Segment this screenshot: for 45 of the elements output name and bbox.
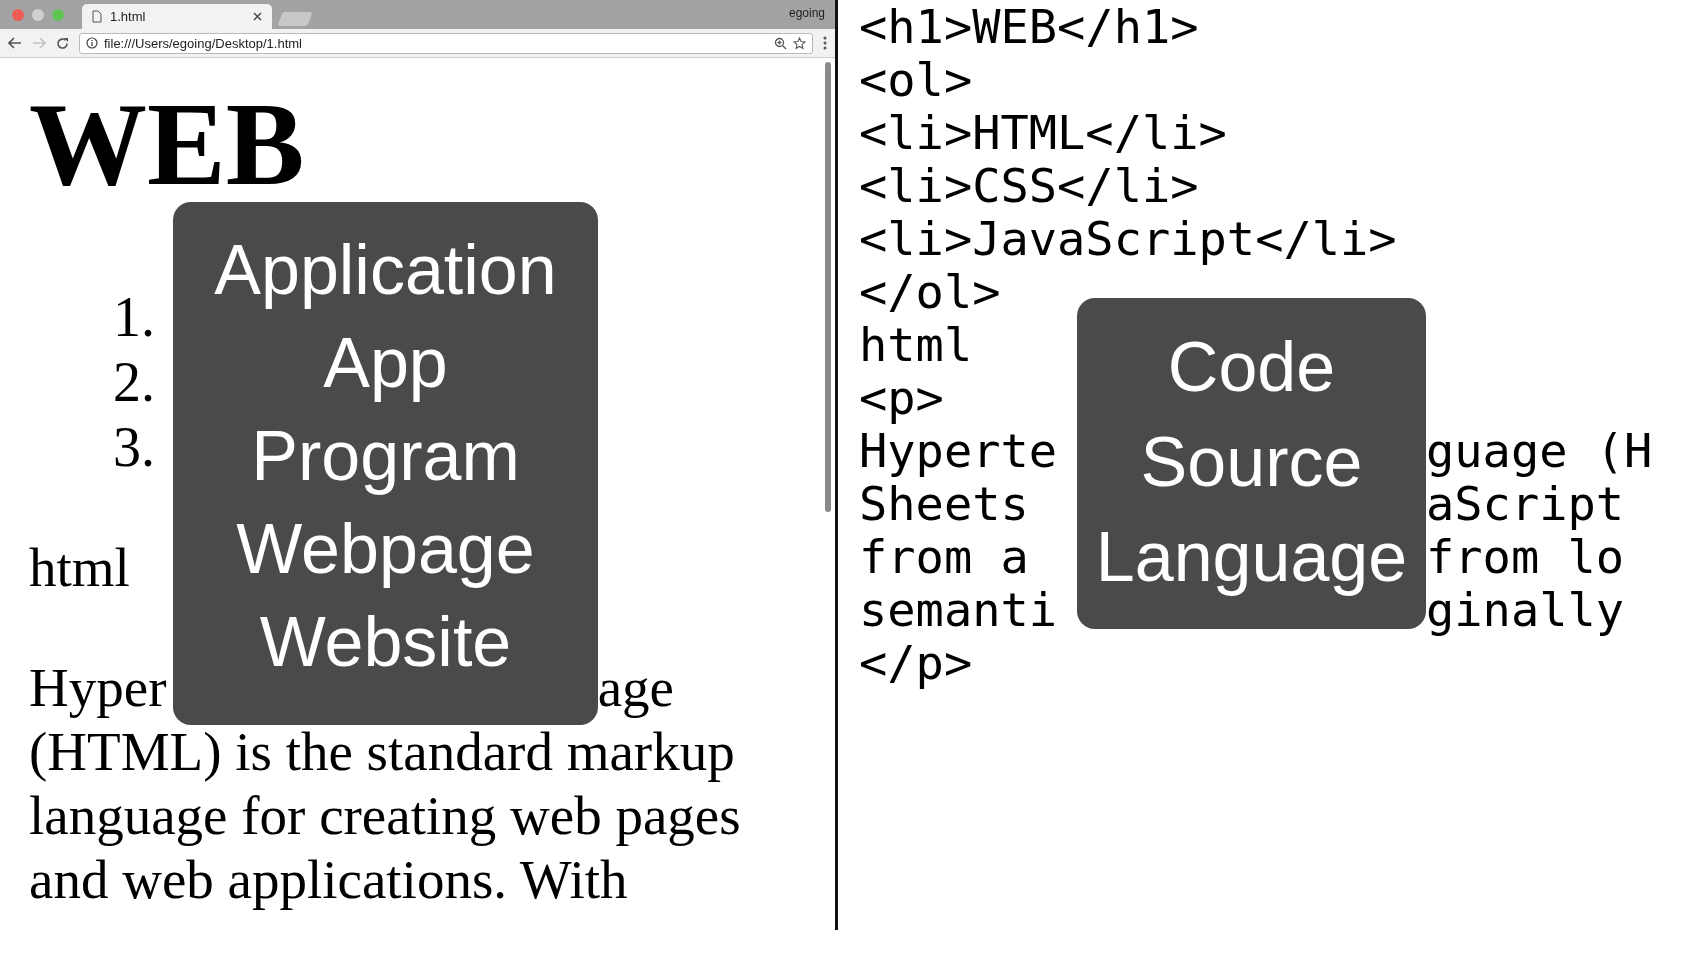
code-line: <li>HTML</li> [859,106,1227,159]
list-number: 1. [113,285,155,350]
code-line: </ol> [859,265,1001,318]
profile-name[interactable]: egoing [788,6,825,20]
address-field[interactable]: file:///Users/egoing/Desktop/1.html [79,32,813,54]
code-line: <p> [859,371,944,424]
overlay-word: Website [259,602,512,683]
page-text: Hyper [29,656,167,720]
back-icon[interactable] [8,37,22,49]
page-text: html [29,536,130,600]
code-line: html [859,318,973,371]
overlay-word: Source [1140,422,1363,503]
close-icon[interactable] [253,12,262,21]
overlay-word: Code [1167,327,1336,408]
page-paragraph: (HTML) is the standard markup language for creating web pages and web applications. With [29,720,741,912]
overlay-word: App [323,323,448,404]
overlay-word: Language [1095,517,1408,598]
overlay-word: Webpage [236,509,535,590]
code-text: semanti [859,583,1058,636]
page-text: age [597,656,674,720]
code-text: Hyperte [859,424,1058,477]
code-line: <h1>WEB</h1> [859,0,1199,53]
code-text: Sheets [859,477,1029,530]
list-number: 2. [113,350,155,415]
code-line: </p> [859,636,973,689]
code-text: ginally [1426,583,1625,636]
code-line: <li>JavaScript</li> [859,212,1397,265]
code-text: from lo [1426,530,1625,583]
info-icon[interactable] [86,37,98,49]
scrollbar[interactable] [825,62,831,512]
code-text: guage (H [1426,424,1653,477]
menu-icon[interactable] [823,36,827,50]
star-icon[interactable] [793,36,806,50]
reload-icon[interactable] [56,36,69,50]
zoom-icon[interactable] [774,36,787,50]
overlay-word: Application [214,230,557,311]
code-line: <li>CSS</li> [859,159,1199,212]
overlay-word: Program [251,416,520,497]
page-heading: WEB [29,86,305,204]
code-line: <ol> [859,53,973,106]
list-number: 3. [113,415,155,480]
code-text: from a [859,530,1029,583]
page-icon [92,10,102,23]
code-text: aScript [1426,477,1625,530]
browser-tab[interactable]: 1.html [82,4,272,29]
